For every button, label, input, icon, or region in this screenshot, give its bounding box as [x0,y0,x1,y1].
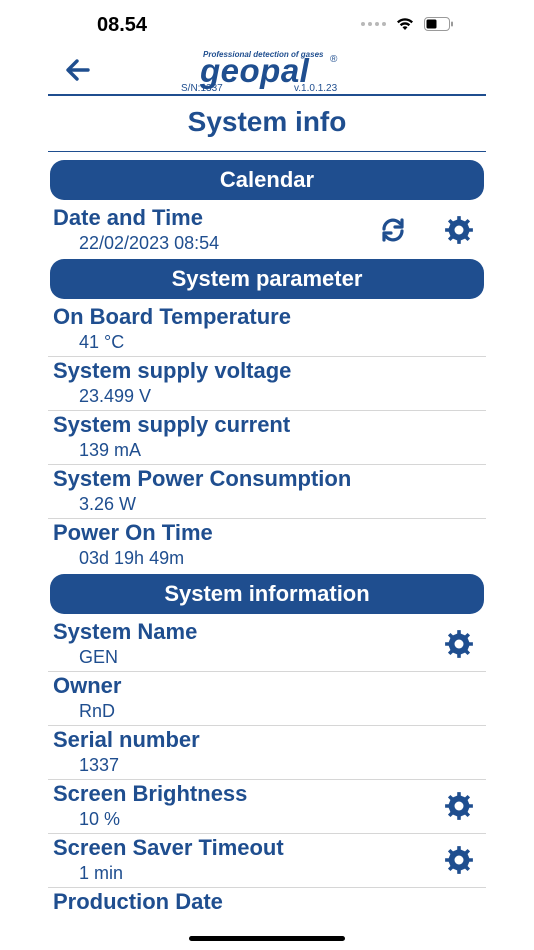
item-value: 1337 [79,755,120,775]
status-bar: 08.54 [0,0,534,48]
screen-saver-timeout-settings-button[interactable] [442,843,476,877]
item-label: Production Date [53,889,223,914]
item-label: Power On Time [53,520,213,545]
list-item-production-date: Production Date [48,887,486,941]
item-label: System Power Consumption [53,466,352,491]
wifi-icon [397,18,413,30]
item-value: 22/02/2023 08:54 [79,233,220,253]
cellular-signal-icon [361,22,386,26]
item-value: GEN [79,647,119,667]
gear-icon [445,630,473,658]
item-value: 23.499 V [79,386,152,406]
section-header-system-information: System information [50,574,484,614]
date-time-settings-button[interactable] [442,213,476,247]
geopal-logo: Professional detection of gases geopal ®… [178,50,398,94]
refresh-icon [382,218,404,242]
item-label: Screen Brightness [53,781,248,806]
item-value: 10 % [79,809,121,829]
item-value: 139 mA [79,440,142,460]
item-label: Screen Saver Timeout [53,835,284,860]
screen-brightness-settings-button[interactable] [442,789,476,823]
list-item-system-name: System Name GEN [48,617,486,672]
list-item-power-on-time: Power On Time 03d 19h 49m [48,518,486,572]
item-label: On Board Temperature [53,304,291,329]
home-indicator[interactable] [189,936,345,941]
gear-icon [445,216,473,244]
app-version: v.1.0.1.23 [294,83,338,94]
list-item-screen-saver-timeout: Screen Saver Timeout 1 min [48,833,486,888]
item-value: 03d 19h 49m [79,548,185,568]
arrow-left-icon [66,59,90,81]
item-label: System supply current [53,412,291,437]
section-header-calendar: Calendar [50,160,484,200]
status-time: 08.54 [97,14,148,36]
list-item-owner: Owner RnD [48,671,486,726]
item-label: Date and Time [53,205,203,230]
system-name-settings-button[interactable] [442,627,476,661]
logo-registered-mark: ® [330,54,338,65]
item-label: System supply voltage [53,358,292,383]
list-item-on-board-temperature: On Board Temperature 41 °C [48,302,486,357]
section-header-system-parameter: System parameter [50,259,484,299]
list-item-date-time: Date and Time 22/02/2023 08:54 [48,203,486,257]
gear-icon [445,792,473,820]
gear-icon [445,846,473,874]
item-label: Owner [53,673,122,698]
item-value: 41 °C [79,332,125,352]
battery-icon [424,17,453,31]
list-item-system-power-consumption: System Power Consumption 3.26 W [48,464,486,519]
list-item-system-supply-voltage: System supply voltage 23.499 V [48,356,486,411]
item-label: System Name [53,619,198,644]
back-button[interactable] [62,56,94,84]
app-header: Professional detection of gases geopal ®… [48,48,486,96]
page-title: System info [187,106,347,137]
list-item-system-supply-current: System supply current 139 mA [48,410,486,465]
status-icons [361,17,454,31]
device-serial: S/N:1337 [181,83,223,94]
item-value: 3.26 W [79,494,137,514]
item-label: Serial number [53,727,200,752]
item-value: 1 min [79,863,124,883]
item-value: RnD [79,701,116,721]
refresh-date-time-button[interactable] [376,213,410,247]
list-item-serial-number: Serial number 1337 [48,725,486,780]
list-item-screen-brightness: Screen Brightness 10 % [48,779,486,834]
title-divider [48,151,486,152]
